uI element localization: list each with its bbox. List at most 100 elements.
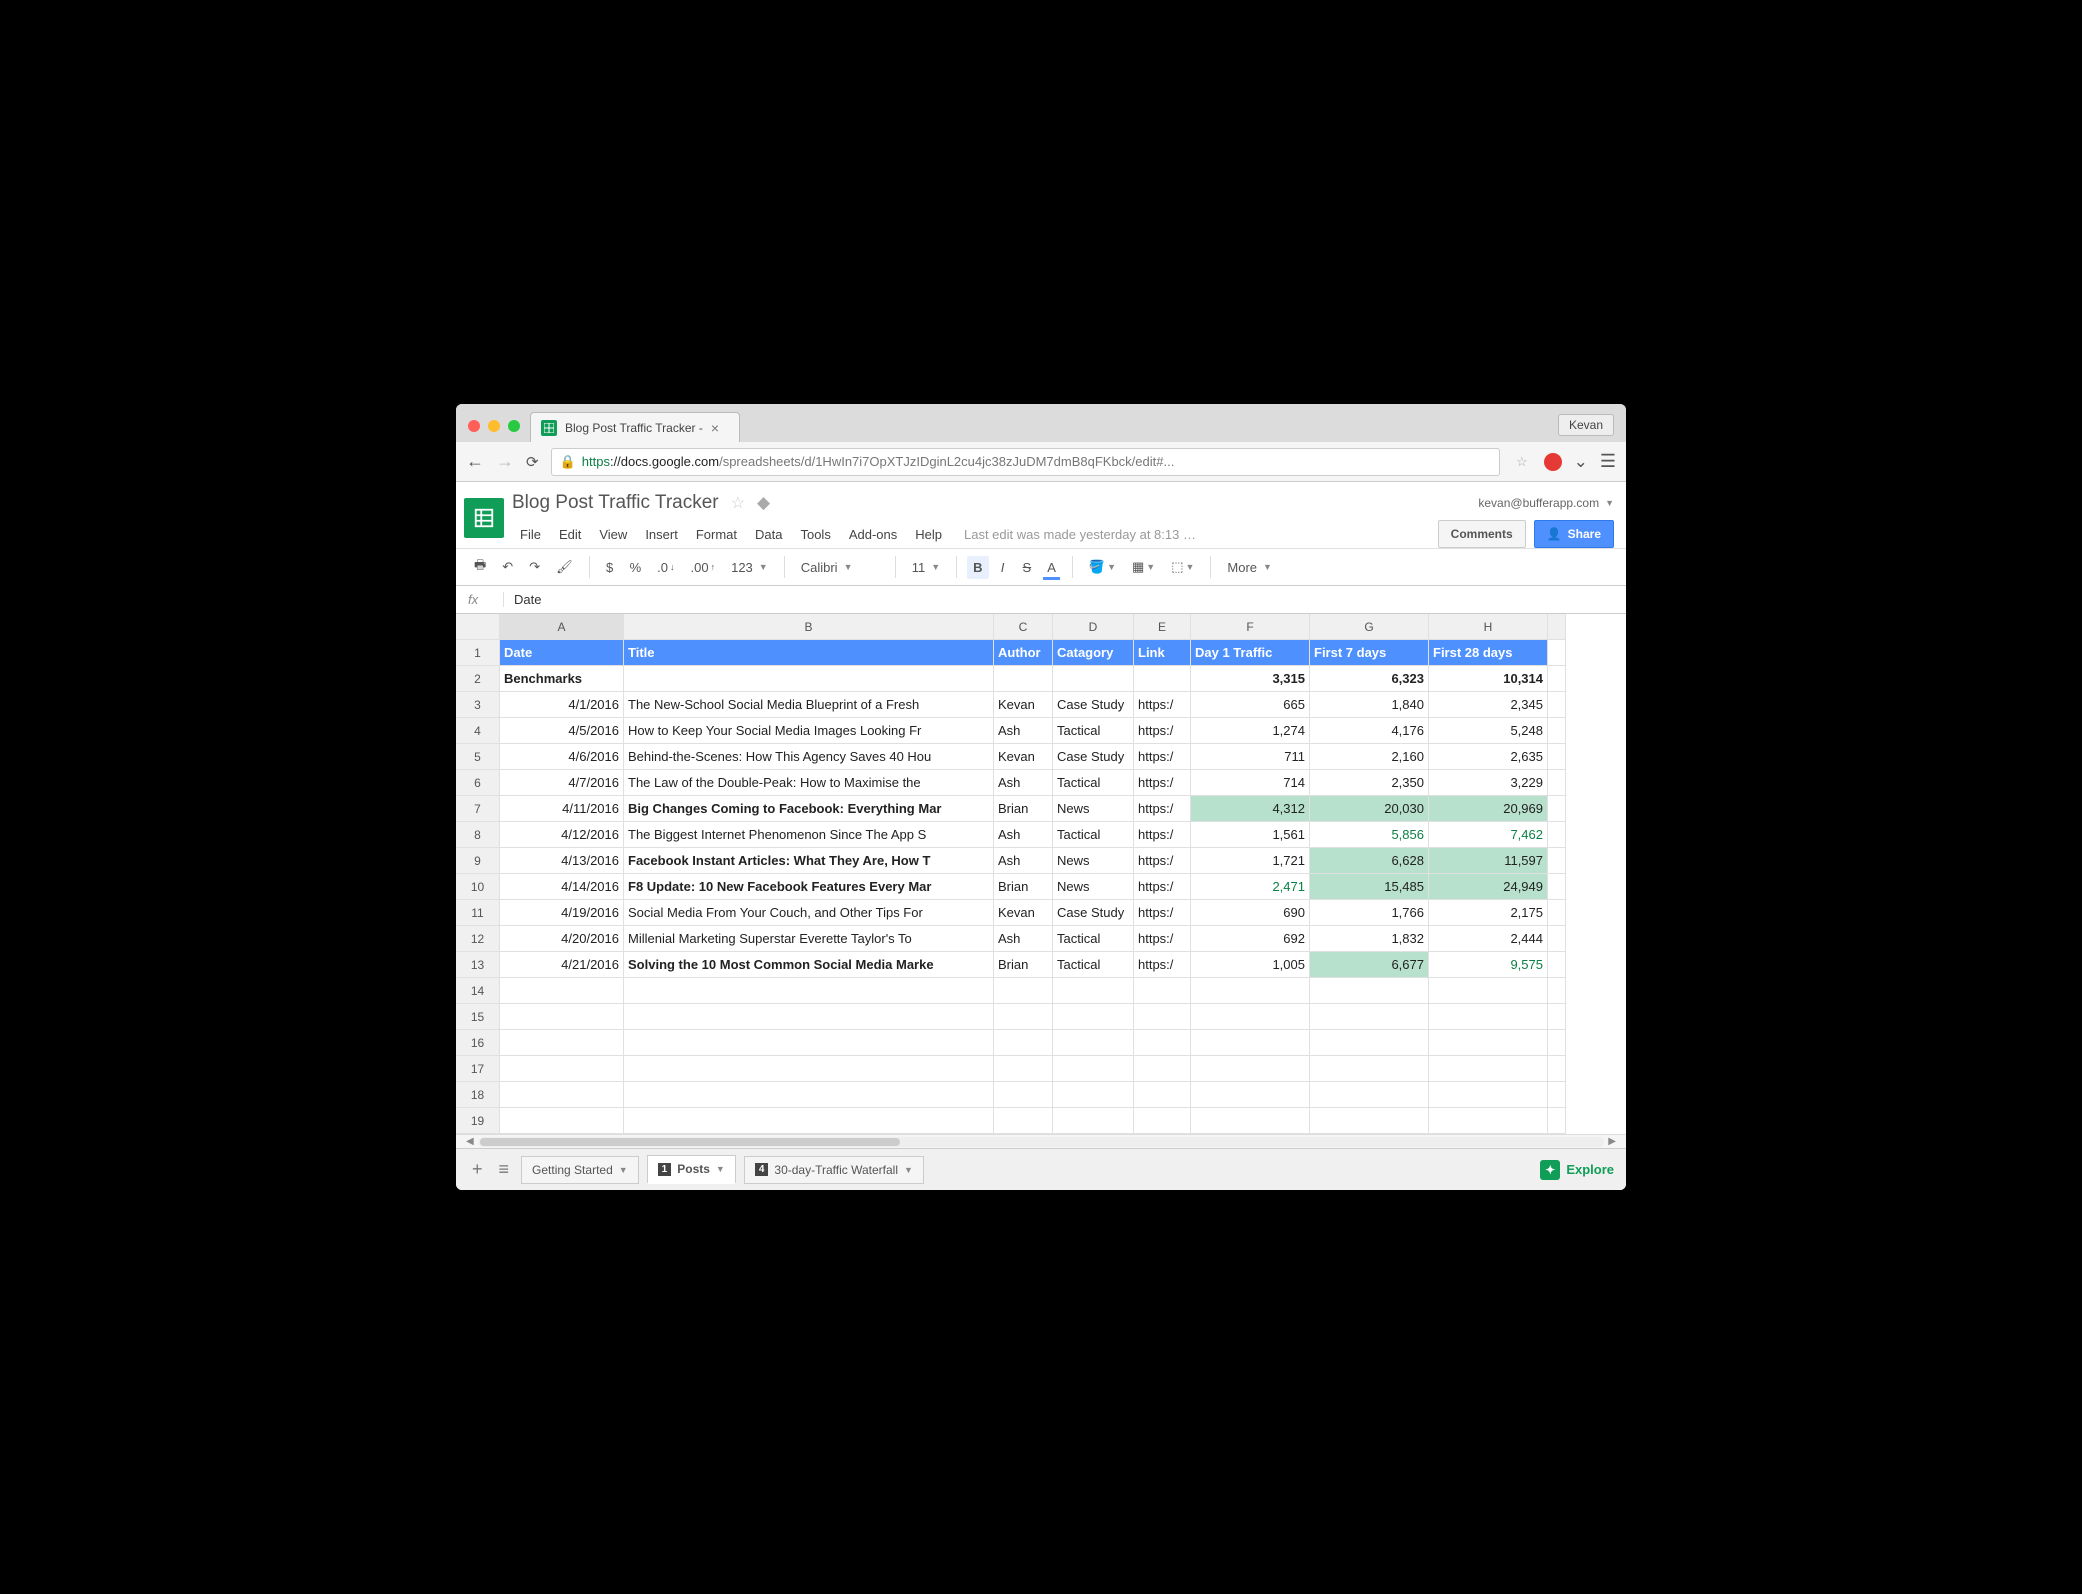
cell[interactable]: 2: [456, 666, 500, 692]
cell[interactable]: 4/1/2016: [500, 692, 624, 718]
cell[interactable]: [1429, 1082, 1548, 1108]
column-header-F[interactable]: F: [1191, 614, 1310, 640]
all-sheets-button[interactable]: ≡: [495, 1155, 514, 1184]
cell[interactable]: [1548, 900, 1566, 926]
cell[interactable]: [1548, 744, 1566, 770]
sheet-tab-getting-started[interactable]: Getting Started▼: [521, 1156, 639, 1184]
header-cell[interactable]: Catagory: [1053, 640, 1134, 666]
cell[interactable]: 1,005: [1191, 952, 1310, 978]
cell[interactable]: [500, 1004, 624, 1030]
cell[interactable]: https:/: [1134, 848, 1191, 874]
scroll-right-icon[interactable]: ▶: [1604, 1136, 1620, 1147]
cell[interactable]: 9,575: [1429, 952, 1548, 978]
cell[interactable]: [1134, 978, 1191, 1004]
cell[interactable]: 16: [456, 1030, 500, 1056]
cell[interactable]: 7: [456, 796, 500, 822]
cell[interactable]: [1548, 978, 1566, 1004]
cell[interactable]: Ash: [994, 718, 1053, 744]
cell[interactable]: [1191, 1082, 1310, 1108]
cell[interactable]: 15,485: [1310, 874, 1429, 900]
cell[interactable]: [1310, 1108, 1429, 1134]
cell[interactable]: https:/: [1134, 926, 1191, 952]
cell[interactable]: 6,323: [1310, 666, 1429, 692]
cell[interactable]: 4/12/2016: [500, 822, 624, 848]
header-cell[interactable]: Day 1 Traffic: [1191, 640, 1310, 666]
cell[interactable]: [1548, 1082, 1566, 1108]
cell[interactable]: 4/14/2016: [500, 874, 624, 900]
cell[interactable]: [1429, 1056, 1548, 1082]
cell[interactable]: [500, 1030, 624, 1056]
last-edit-text[interactable]: Last edit was made yesterday at 8:13 …: [964, 527, 1196, 542]
menu-file[interactable]: File: [512, 523, 549, 546]
cell[interactable]: [1548, 614, 1566, 640]
cell[interactable]: Ash: [994, 822, 1053, 848]
cell[interactable]: [500, 1082, 624, 1108]
cell[interactable]: 1,721: [1191, 848, 1310, 874]
cell[interactable]: [1548, 666, 1566, 692]
cell[interactable]: [1134, 666, 1191, 692]
cell[interactable]: 8: [456, 822, 500, 848]
redo-button[interactable]: ↷: [523, 555, 546, 579]
cell[interactable]: 2,160: [1310, 744, 1429, 770]
cell[interactable]: 2,471: [1191, 874, 1310, 900]
cell[interactable]: [1429, 1108, 1548, 1134]
header-cell[interactable]: Date: [500, 640, 624, 666]
cell[interactable]: 4/11/2016: [500, 796, 624, 822]
cell[interactable]: 1,840: [1310, 692, 1429, 718]
cell[interactable]: Case Study: [1053, 900, 1134, 926]
cell[interactable]: Brian: [994, 952, 1053, 978]
cell[interactable]: [1134, 1030, 1191, 1056]
cell[interactable]: [1548, 822, 1566, 848]
cell[interactable]: [1053, 1030, 1134, 1056]
decrease-decimal-button[interactable]: .0↓: [651, 556, 680, 579]
explore-button[interactable]: ✦Explore: [1540, 1160, 1614, 1180]
menu-help[interactable]: Help: [907, 523, 950, 546]
move-to-drive-icon[interactable]: ◆: [757, 493, 770, 513]
cell[interactable]: 665: [1191, 692, 1310, 718]
cell[interactable]: 11,597: [1429, 848, 1548, 874]
header-cell[interactable]: Author: [994, 640, 1053, 666]
cell[interactable]: 17: [456, 1056, 500, 1082]
scroll-thumb[interactable]: [480, 1138, 900, 1146]
cell[interactable]: Brian: [994, 874, 1053, 900]
browser-menu-icon[interactable]: ☰: [1600, 451, 1616, 472]
cell[interactable]: Kevan: [994, 744, 1053, 770]
cell[interactable]: [1310, 1030, 1429, 1056]
cell[interactable]: [1548, 1030, 1566, 1056]
header-cell[interactable]: First 7 days: [1310, 640, 1429, 666]
cell[interactable]: 4/20/2016: [500, 926, 624, 952]
cell[interactable]: Case Study: [1053, 744, 1134, 770]
cell[interactable]: [456, 614, 500, 640]
cell[interactable]: [1310, 1056, 1429, 1082]
cell[interactable]: 4/6/2016: [500, 744, 624, 770]
borders-button[interactable]: ▦▼: [1126, 555, 1161, 579]
cell[interactable]: [1191, 978, 1310, 1004]
cell[interactable]: [1310, 1082, 1429, 1108]
maximize-window-button[interactable]: [508, 420, 520, 432]
cell[interactable]: News: [1053, 796, 1134, 822]
cell[interactable]: [994, 1004, 1053, 1030]
cell[interactable]: https:/: [1134, 952, 1191, 978]
cell[interactable]: [1053, 1108, 1134, 1134]
cell[interactable]: 714: [1191, 770, 1310, 796]
cell[interactable]: [994, 1030, 1053, 1056]
column-header-D[interactable]: D: [1053, 614, 1134, 640]
cell[interactable]: The Law of the Double-Peak: How to Maxim…: [624, 770, 994, 796]
header-cell[interactable]: Link: [1134, 640, 1191, 666]
cell[interactable]: 711: [1191, 744, 1310, 770]
comments-button[interactable]: Comments: [1438, 520, 1526, 548]
cell[interactable]: 6,628: [1310, 848, 1429, 874]
cell[interactable]: [1548, 926, 1566, 952]
cell[interactable]: 10,314: [1429, 666, 1548, 692]
cell[interactable]: https:/: [1134, 718, 1191, 744]
cell[interactable]: Kevan: [994, 900, 1053, 926]
account-dropdown-icon[interactable]: ▼: [1605, 498, 1614, 508]
horizontal-scrollbar[interactable]: ◀ ▶: [456, 1134, 1626, 1148]
cell[interactable]: [624, 1082, 994, 1108]
cell[interactable]: 4: [456, 718, 500, 744]
cell[interactable]: [994, 1082, 1053, 1108]
cell[interactable]: [1429, 1004, 1548, 1030]
cell[interactable]: 20,969: [1429, 796, 1548, 822]
cell[interactable]: 1: [456, 640, 500, 666]
menu-insert[interactable]: Insert: [637, 523, 686, 546]
